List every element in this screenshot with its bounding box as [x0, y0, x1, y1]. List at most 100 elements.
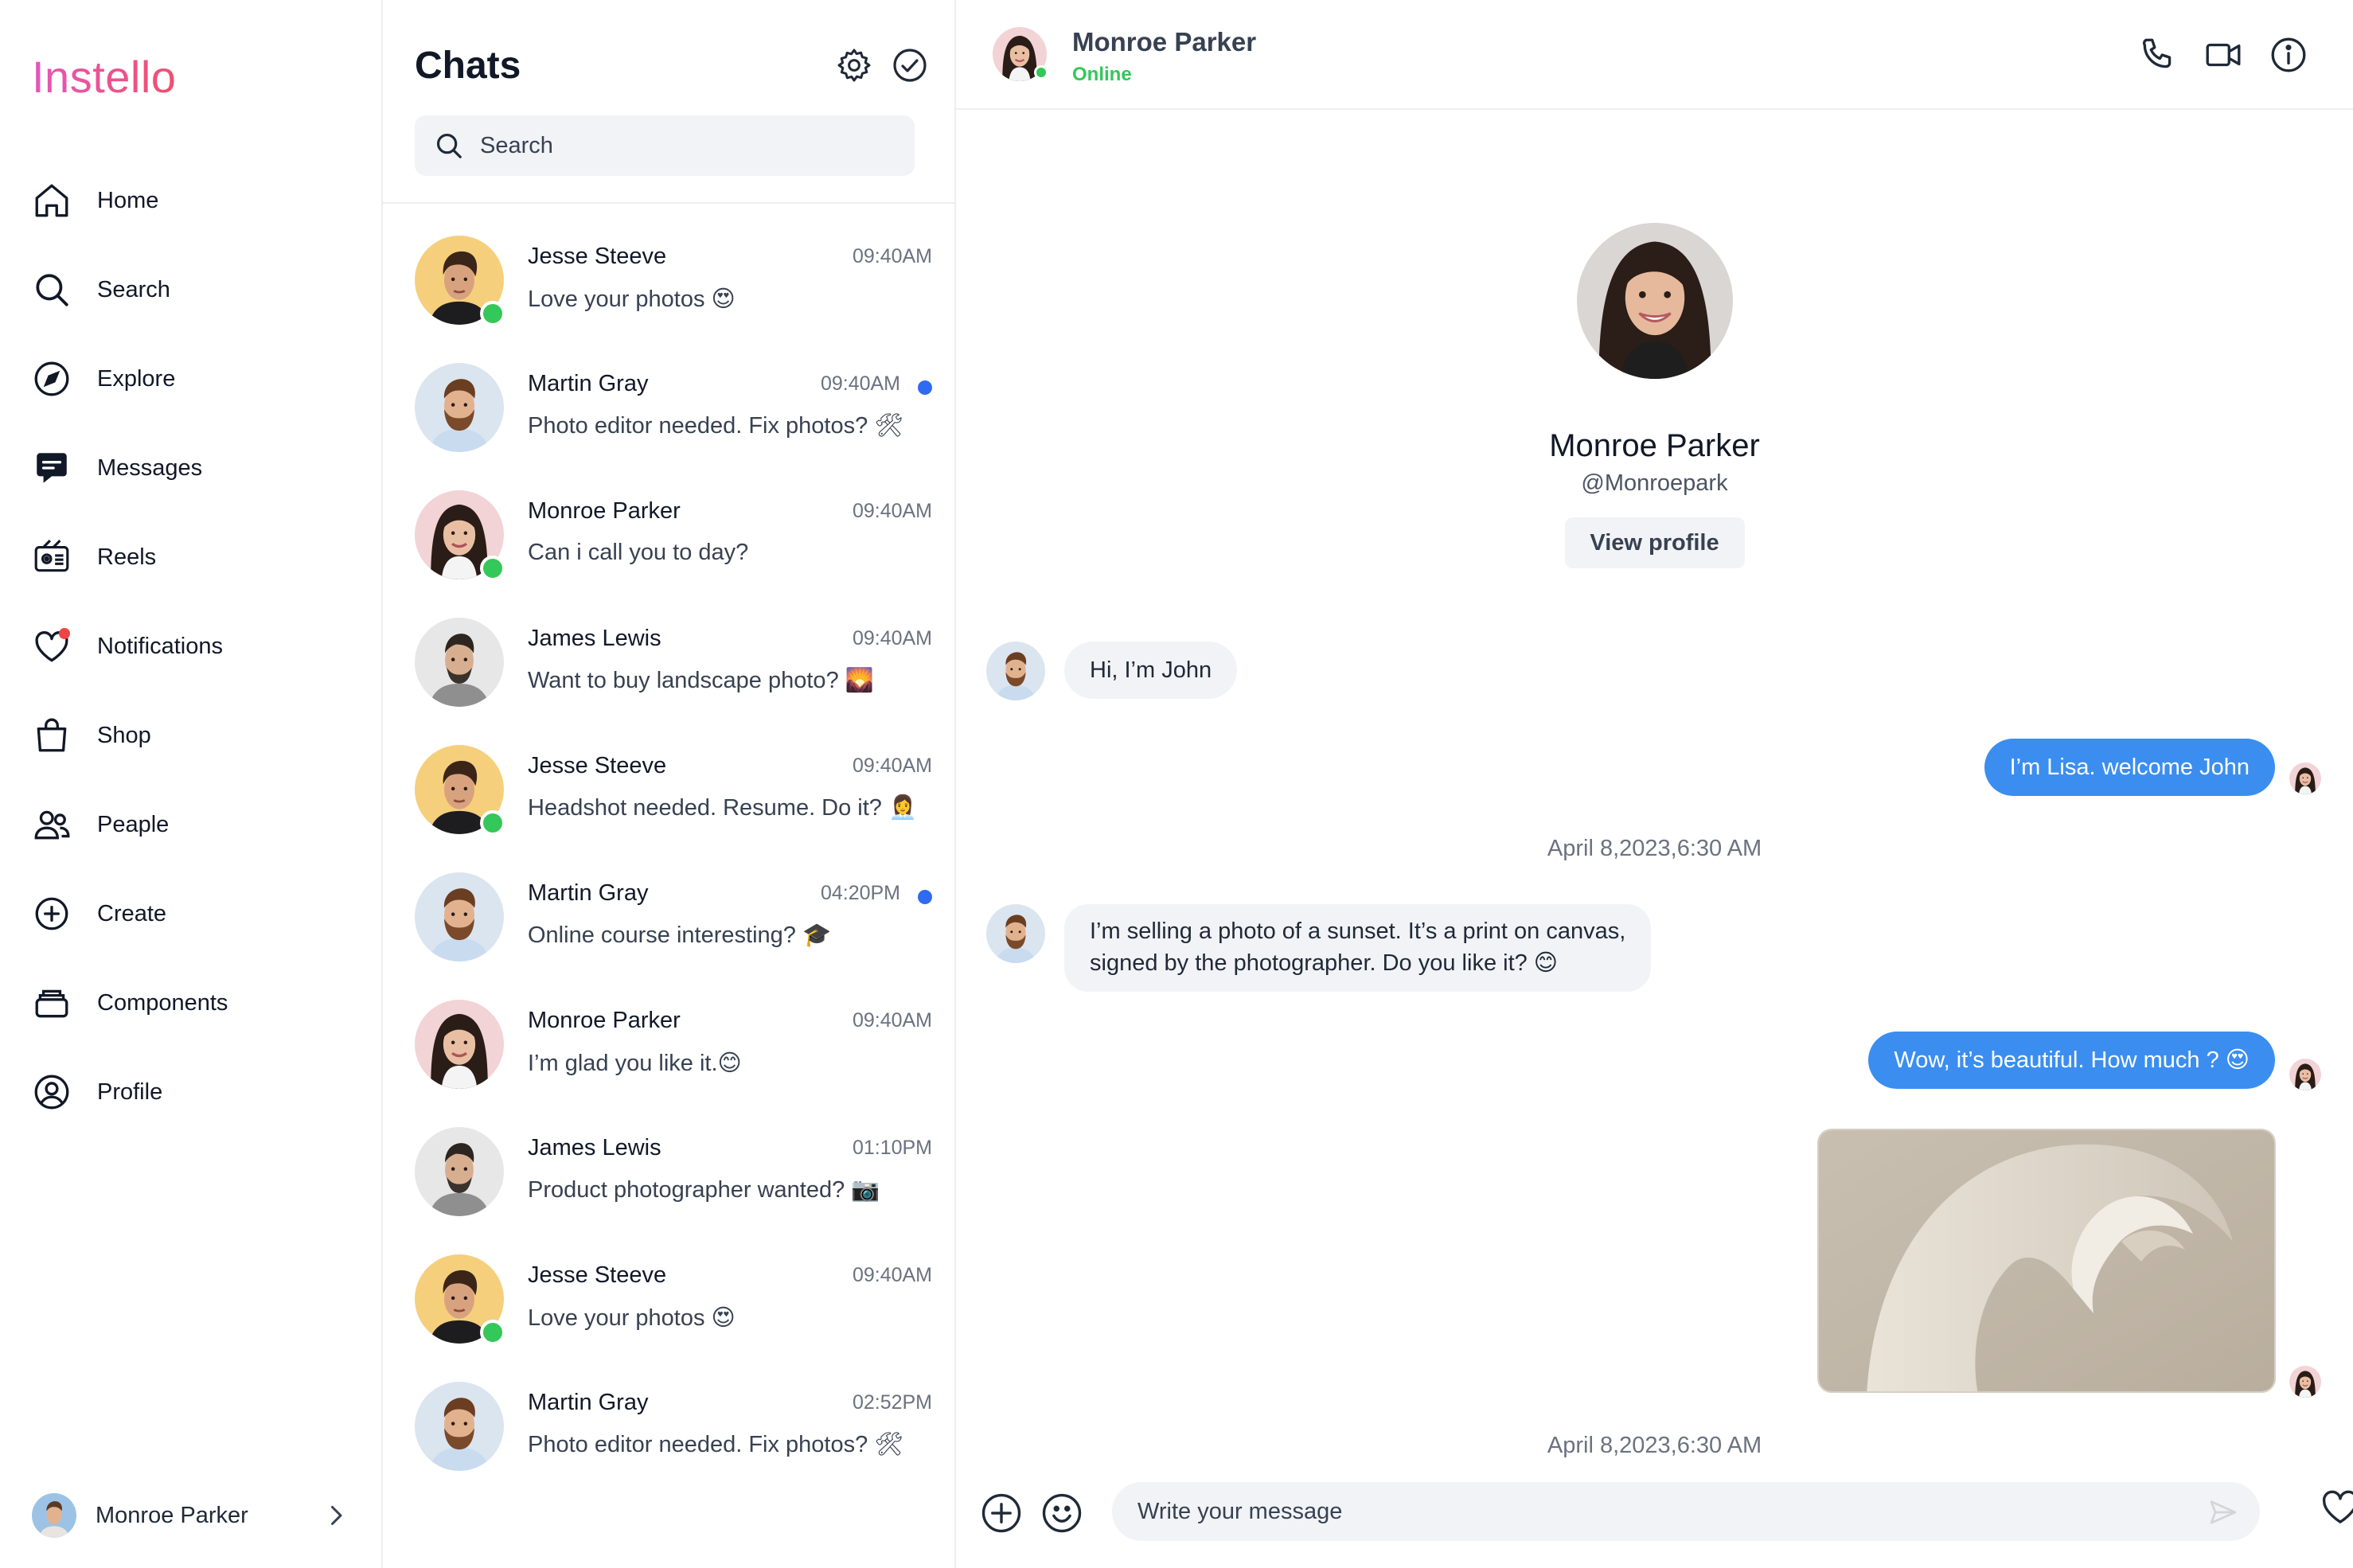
search-icon: [32, 270, 72, 310]
chat-preview: Headshot needed. Resume. Do it? 👩‍💼: [528, 795, 918, 821]
chat-preview: Want to buy landscape photo? 🌄: [528, 668, 874, 693]
chat-list-item[interactable]: James Lewis 01:10PM Product photographer w…: [383, 1108, 956, 1235]
avatar: [415, 490, 505, 581]
sidebar-item-search[interactable]: Search: [32, 245, 228, 334]
sidebar-item-label: Explore: [97, 365, 176, 392]
chat-preview: Photo editor needed. Fix photos? 🛠: [528, 1432, 904, 1457]
chat-preview: Photo editor needed. Fix photos? 🛠: [528, 413, 904, 439]
sidebar: Instello Home Search Explore Messages Re…: [0, 0, 383, 1568]
avatar: [415, 872, 504, 961]
sidebar-item-components[interactable]: Components: [32, 958, 228, 1047]
avatar: [2289, 763, 2321, 794]
sidebar-item-label: Peaple: [97, 811, 170, 837]
conversation-panel: Monroe Parker Online Monroe Parker @Monr…: [956, 0, 2353, 1568]
divider: [383, 202, 954, 204]
sidebar-item-label: Components: [97, 989, 228, 1016]
profile-name: Monroe Parker: [1549, 428, 1760, 463]
chat-contact-name: Martin Gray: [528, 371, 649, 396]
avatar: [415, 1254, 505, 1345]
avatar: [415, 1000, 504, 1089]
online-indicator: [480, 301, 505, 326]
like-heart-icon[interactable]: [2319, 1485, 2353, 1528]
info-icon[interactable]: [2269, 35, 2308, 75]
sidebar-item-people[interactable]: Peaple: [32, 780, 228, 869]
chat-preview: Online course interesting? 🎓: [528, 922, 832, 948]
chat-list-panel: Chats Jesse Steeve 09:40AM Love your photo…: [383, 0, 956, 1568]
avatar: [415, 1127, 504, 1216]
chat-contact-name: James Lewis: [528, 626, 661, 651]
message-input[interactable]: [1137, 1498, 2172, 1525]
user-circle-icon: [32, 1072, 72, 1112]
chat-contact-name: Jesse Steeve: [528, 244, 667, 269]
add-attachment-icon[interactable]: [980, 1492, 1023, 1535]
contact-name[interactable]: Monroe Parker: [1072, 27, 1256, 57]
message-timestamp: April 8,2023,6:30 AM: [1547, 1433, 1762, 1458]
chat-items: Jesse Steeve 09:40AM Love your photos 😍 Ma…: [383, 216, 956, 1490]
sidebar-item-notifications[interactable]: Notifications: [32, 602, 228, 691]
sidebar-nav: Home Search Explore Messages Reels Notif…: [32, 156, 228, 1137]
current-user-name: Monroe Parker: [96, 1502, 248, 1528]
chat-contact-name: Jesse Steeve: [528, 753, 667, 778]
notification-dot: [59, 628, 70, 639]
sidebar-item-label: Search: [97, 276, 170, 302]
people-icon: [32, 805, 72, 844]
chat-time: 04:20PM: [820, 882, 900, 904]
message-composer[interactable]: [1112, 1482, 2260, 1541]
chat-list-item[interactable]: Monroe Parker 09:40AM I’m glad you like it…: [383, 981, 956, 1108]
chat-list-item[interactable]: Monroe Parker 09:40AM Can i call you to da…: [383, 471, 956, 599]
video-camera-icon[interactable]: [2203, 35, 2243, 75]
chat-preview: Can i call you to day?: [528, 540, 749, 565]
chat-list-item[interactable]: Martin Gray 02:52PM Photo editor needed. F…: [383, 1363, 956, 1490]
chat-preview: Love your photos 😍: [528, 1305, 736, 1331]
profile-handle: @Monroepark: [1581, 470, 1728, 496]
search-icon: [436, 133, 462, 158]
sidebar-item-label: Home: [97, 187, 159, 213]
message-photo[interactable]: [1817, 1129, 2276, 1393]
chat-time: 09:40AM: [852, 755, 932, 777]
chevron-right-icon: [331, 1506, 342, 1525]
sidebar-item-create[interactable]: Create: [32, 869, 228, 958]
chat-contact-name: Martin Gray: [528, 1390, 649, 1415]
chat-search-box[interactable]: [415, 115, 915, 176]
avatar: [415, 363, 504, 452]
avatar[interactable]: [993, 27, 1048, 81]
app-logo[interactable]: Instello: [32, 51, 176, 103]
chat-contact-name: Monroe Parker: [528, 1008, 681, 1033]
avatar: [32, 1493, 76, 1538]
avatar: [986, 904, 1045, 963]
message-bubble-outgoing: I’m Lisa. welcome John: [1984, 739, 2275, 796]
photo-image: [1819, 1130, 2274, 1391]
current-user-switcher[interactable]: Monroe Parker: [32, 1492, 350, 1539]
sidebar-item-reels[interactable]: Reels: [32, 513, 228, 602]
view-profile-button[interactable]: View profile: [1564, 517, 1745, 568]
chat-preview: Product photographer wanted? 📷: [528, 1177, 880, 1203]
online-indicator: [1034, 65, 1048, 80]
chat-search-input[interactable]: [480, 132, 894, 159]
sidebar-item-shop[interactable]: Shop: [32, 691, 228, 780]
sidebar-item-messages[interactable]: Messages: [32, 423, 228, 513]
reels-icon: [32, 537, 72, 577]
chat-list-header: Chats: [415, 40, 929, 91]
chat-list-item[interactable]: James Lewis 09:40AM Want to buy landscape …: [383, 599, 956, 726]
sidebar-item-explore[interactable]: Explore: [32, 334, 228, 423]
emoji-icon[interactable]: [1040, 1492, 1083, 1535]
chat-list-item[interactable]: Martin Gray 04:20PM Online course interest…: [383, 853, 956, 981]
chat-list-item[interactable]: Jesse Steeve 09:40AM Love your photos 😍: [383, 1235, 956, 1363]
chat-list-item[interactable]: Martin Gray 09:40AM Photo editor needed. F…: [383, 344, 956, 471]
message-line: I’m selling a photo of a sunset. It’s a …: [1090, 919, 1626, 944]
sidebar-item-home[interactable]: Home: [32, 156, 228, 245]
chat-preview: Love your photos 😍: [528, 287, 736, 312]
chat-time: 09:40AM: [820, 372, 900, 395]
gear-icon[interactable]: [835, 46, 873, 84]
chat-list-item[interactable]: Jesse Steeve 09:40AM Headshot needed. Resu…: [383, 726, 956, 853]
chat-list-item[interactable]: Jesse Steeve 09:40AM Love your photos 😍: [383, 216, 956, 344]
send-icon[interactable]: [2207, 1496, 2239, 1528]
sidebar-item-label: Notifications: [97, 633, 223, 659]
sidebar-item-label: Create: [97, 900, 167, 926]
message-bubble-outgoing: Wow, it’s beautiful. How much ? 😍: [1868, 1032, 2275, 1089]
sidebar-item-profile[interactable]: Profile: [32, 1047, 228, 1137]
check-circle-icon[interactable]: [891, 46, 929, 84]
chat-time: 09:40AM: [852, 500, 932, 522]
phone-icon[interactable]: [2138, 35, 2178, 75]
avatar: [415, 236, 505, 326]
